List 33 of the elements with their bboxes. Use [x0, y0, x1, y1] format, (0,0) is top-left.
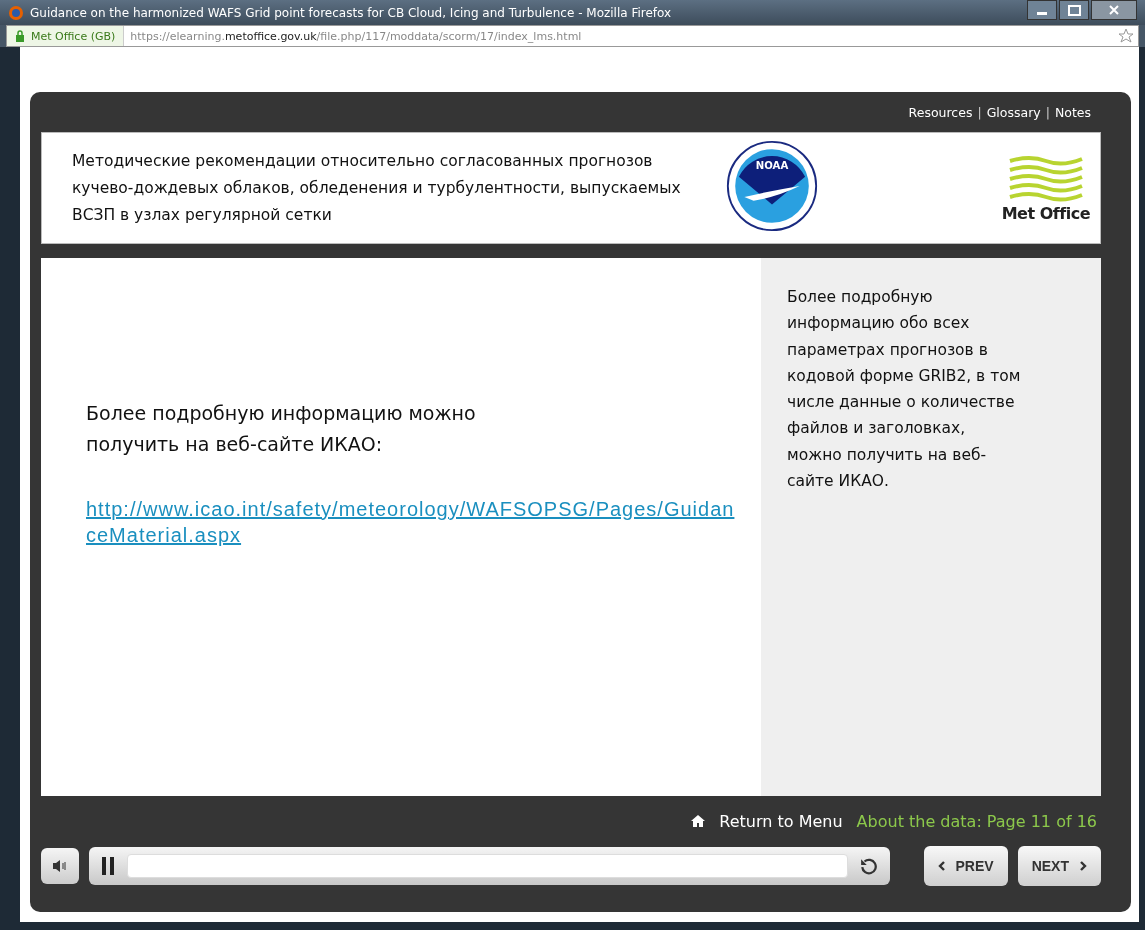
minimize-button[interactable]	[1027, 0, 1057, 20]
top-link[interactable]: Notes	[1054, 104, 1091, 120]
site-identity[interactable]: Met Office (GB)	[7, 26, 125, 46]
chevron-right-icon	[1079, 861, 1087, 871]
speaker-icon	[52, 859, 68, 873]
sidebar-text: Более подробную информацию обо всех параметрах прогнозов в кодовой форме GRIB2, в том числе данные о количестве файлов и заголовках, можно получить на веб-сайте ИКАО.	[787, 287, 1022, 493]
lock-icon	[15, 30, 25, 42]
progress-track[interactable]	[127, 854, 848, 878]
browser-logo-icon	[8, 4, 24, 21]
close-icon	[1109, 5, 1119, 15]
volume-button[interactable]	[41, 848, 79, 884]
page-info: About the data: Page 11 of 16	[856, 811, 1097, 831]
separator: |	[977, 104, 982, 120]
return-to-menu-link[interactable]: Return to Menu	[719, 811, 843, 831]
icao-link[interactable]: http://www.icao.int/safety/meteorology/WAFSOPSG/Pages/GuidanceMaterial.aspx	[86, 496, 741, 548]
window-title: Guidance on the harmonized WAFS Grid point forecasts for CB Cloud, Icing and Turbulence - Mozilla Firefox	[30, 5, 673, 20]
separator: |	[1045, 104, 1050, 120]
replay-icon[interactable]	[859, 857, 878, 875]
maximize-button[interactable]	[1059, 0, 1089, 20]
next-button[interactable]: NEXT	[1017, 846, 1101, 886]
star-icon[interactable]	[1118, 28, 1134, 44]
course-title: Методические рекомендации относительно согласованных прогнозов кучево-дождевых облаков, обледенения и турбулентности, выпускаемых ВСЗП в узлах регулярной сетки	[72, 150, 682, 226]
pause-button[interactable]	[101, 857, 115, 875]
top-link[interactable]: Glossary	[986, 104, 1041, 120]
info-text: Более подробную информацию можно получить на веб-сайте ИКАО:	[86, 401, 477, 457]
address-bar[interactable]: Met Office (GB) https://elearning.metoffice.gov.uk/file.php/117/moddata/scorm/17/index_lms.html	[6, 25, 1139, 47]
chevron-left-icon	[937, 861, 946, 871]
close-button[interactable]	[1091, 0, 1137, 20]
prev-button[interactable]: PREV	[923, 846, 1008, 886]
met-office-logo: Met Office	[1001, 153, 1090, 223]
top-link[interactable]: Resources	[908, 104, 973, 120]
url-text: https://elearning.metoffice.gov.uk/file.php/117/moddata/scorm/17/index_lms.html	[129, 29, 583, 43]
home-icon[interactable]	[691, 815, 706, 827]
